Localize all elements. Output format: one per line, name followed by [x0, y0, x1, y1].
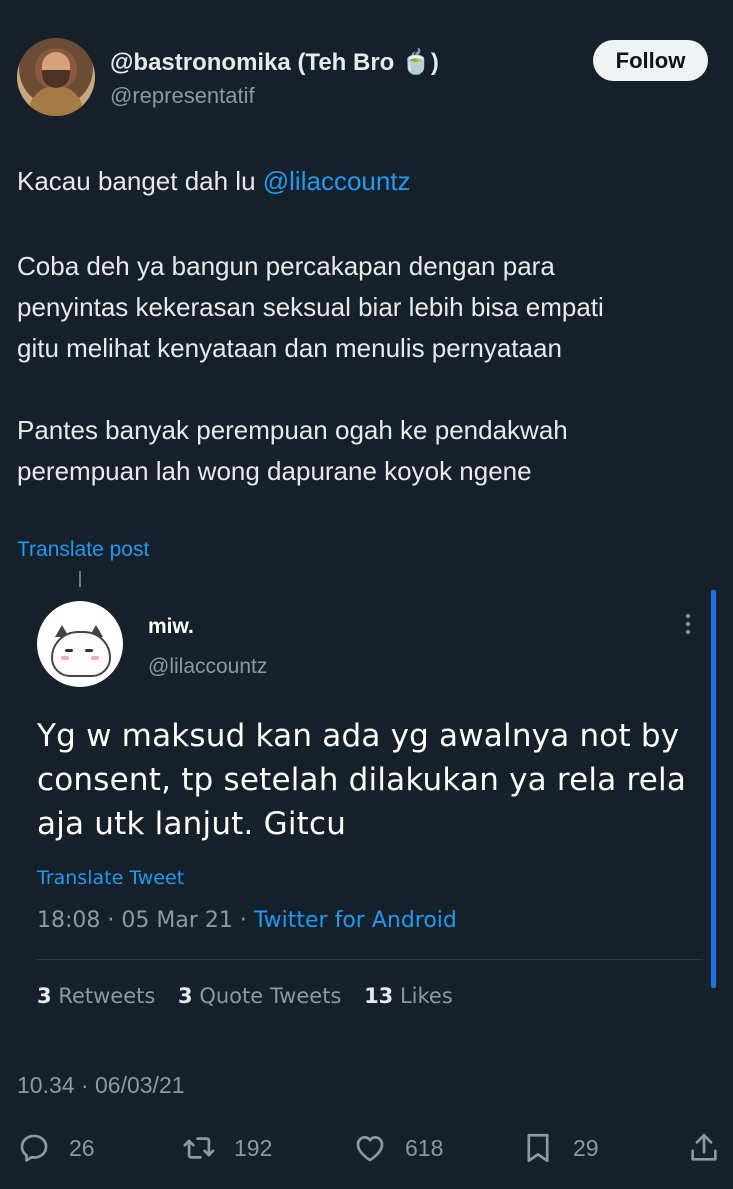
likes-count: 13 [364, 984, 394, 1008]
avatar[interactable] [17, 38, 95, 116]
post-text-line: penyintas kekerasan seksual biar lebih b… [17, 292, 604, 322]
divider [37, 959, 703, 960]
repost-button[interactable]: 192 [182, 1128, 272, 1168]
bookmark-count: 29 [573, 1134, 599, 1161]
reply-icon [20, 1134, 48, 1162]
quoted-text-line: consent, tp setelah dilakukan ya rela re… [37, 762, 687, 798]
quoted-author-name[interactable]: miw. [148, 615, 194, 639]
translate-post-link[interactable]: Translate post [17, 538, 149, 562]
retweets-stat[interactable]: 3 Retweets [37, 984, 155, 1008]
quoted-text-line: Yg w maksud kan ada yg awalnya not by [37, 718, 680, 754]
post-paragraph: Coba deh ya bangun percakapan dengan par… [17, 246, 717, 369]
quoted-author-handle[interactable]: @lilaccountz [148, 655, 267, 679]
share-button[interactable] [687, 1128, 733, 1168]
like-icon [356, 1136, 384, 1162]
quoted-avatar[interactable] [37, 601, 123, 687]
post-text-line: Kacau banget dah lu @lilaccountz [17, 161, 717, 202]
post-text-line: Coba deh ya bangun percakapan dengan par… [17, 251, 555, 281]
post-text-line: gitu melihat kenyataan dan menulis perny… [17, 333, 562, 363]
quoted-stats: 3 Retweets 3 Quote Tweets 13 Likes [37, 984, 469, 1008]
post-text-line: Pantes banyak perempuan ogah ke pendakwa… [17, 415, 568, 445]
like-count: 618 [405, 1134, 444, 1161]
reply-count: 26 [69, 1134, 95, 1161]
repost-count: 192 [234, 1134, 273, 1161]
source-link[interactable]: Twitter for Android [254, 908, 457, 933]
quotes-label: Quote Tweets [199, 984, 342, 1008]
likes-label: Likes [399, 984, 453, 1008]
translate-tweet-link[interactable]: Translate Tweet [37, 867, 184, 889]
retweets-label: Retweets [58, 984, 156, 1008]
quotes-count: 3 [178, 984, 193, 1008]
author-handle[interactable]: @representatif [110, 83, 255, 109]
post-text-prefix: Kacau banget dah lu [17, 166, 263, 196]
share-icon [691, 1133, 717, 1161]
quoted-date: 05 Mar 21 [121, 908, 233, 933]
reply-button[interactable]: 26 [17, 1128, 95, 1168]
quoted-text-line: aja utk lanjut. Gitcu [37, 806, 347, 842]
retweets-count: 3 [37, 984, 52, 1008]
post-text-line: perempuan lah wong dapurane koyok ngene [17, 456, 532, 486]
bookmark-button[interactable]: 29 [521, 1128, 599, 1168]
more-icon[interactable] [684, 614, 692, 640]
post-timestamp: 10.34 · 06/03/21 [17, 1072, 185, 1098]
follow-button[interactable]: Follow [593, 40, 708, 81]
likes-stat[interactable]: 13 Likes [364, 984, 453, 1008]
quoted-tweet-text: Yg w maksud kan ada yg awalnya not by co… [37, 714, 697, 846]
author-display-name[interactable]: @bastronomika (Teh Bro 🍵) [110, 48, 439, 77]
like-button[interactable]: 618 [353, 1128, 443, 1168]
scrollbar[interactable] [711, 590, 716, 988]
thread-divider [79, 571, 81, 587]
quote-tweets-stat[interactable]: 3 Quote Tweets [178, 984, 341, 1008]
quoted-time: 18:08 [37, 908, 101, 933]
mention-link[interactable]: @lilaccountz [263, 166, 411, 196]
post-paragraph: Pantes banyak perempuan ogah ke pendakwa… [17, 410, 717, 492]
quoted-tweet-meta: 18:08 · 05 Mar 21 · Twitter for Android [37, 908, 457, 933]
repost-icon [183, 1137, 215, 1159]
action-bar: 26 192 618 29 [17, 1128, 723, 1168]
bookmark-icon [527, 1133, 549, 1163]
